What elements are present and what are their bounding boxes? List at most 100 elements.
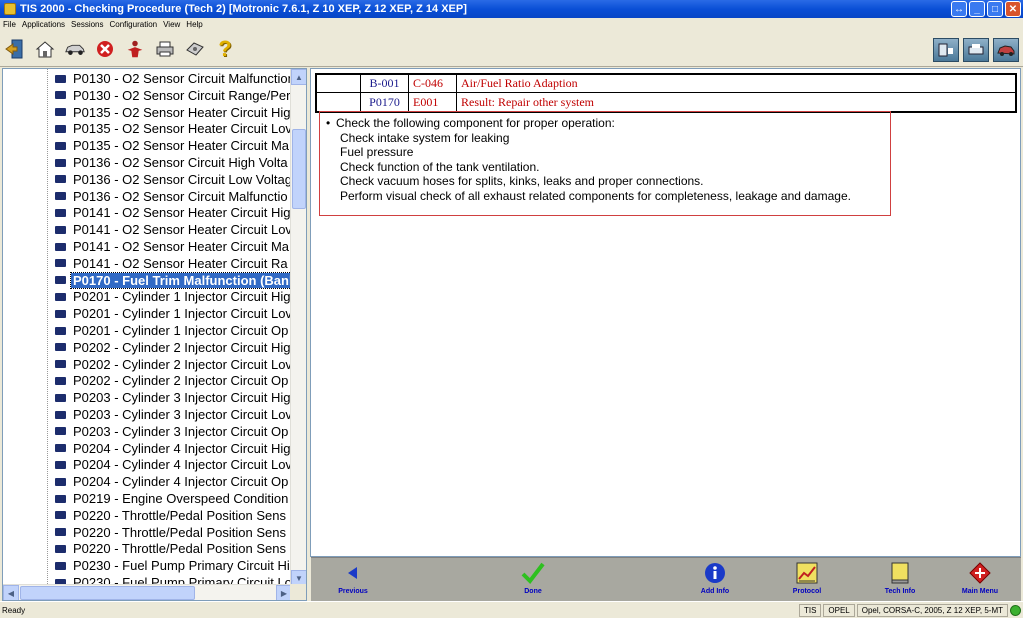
- tree-item[interactable]: P0201 - Cylinder 1 Injector Circuit Op: [55, 322, 290, 339]
- instruction-line: Check intake system for leaking: [340, 130, 510, 145]
- tree-item-label: P0141 - O2 Sensor Heater Circuit Ra: [73, 255, 288, 271]
- exit-icon[interactable]: [4, 38, 26, 60]
- protocol-button[interactable]: Protocol: [762, 558, 852, 602]
- vehicle-icon[interactable]: [64, 38, 86, 60]
- protocol-label: Protocol: [792, 588, 822, 595]
- info-icon: [703, 558, 727, 588]
- tree-item[interactable]: P0204 - Cylinder 4 Injector Circuit Lov: [55, 456, 292, 473]
- tree-item[interactable]: P0136 - O2 Sensor Circuit Low Voltag: [55, 171, 292, 188]
- folder-icon: [55, 292, 66, 301]
- tree-item[interactable]: P0141 - O2 Sensor Heater Circuit Ra: [55, 255, 290, 272]
- stop-icon[interactable]: [94, 38, 116, 60]
- print-preview-icon[interactable]: [963, 38, 989, 62]
- tech-info-label: Tech Info: [884, 588, 916, 595]
- tree-item[interactable]: P0204 - Cylinder 4 Injector Circuit Op: [55, 473, 290, 490]
- tree-item[interactable]: P0203 - Cylinder 3 Injector Circuit Hig: [55, 389, 292, 406]
- tree-item[interactable]: P0141 - O2 Sensor Heater Circuit Lov: [55, 221, 292, 238]
- tree-item[interactable]: P0135 - O2 Sensor Heater Circuit Ma: [55, 137, 291, 154]
- protocol-graph-icon: [795, 558, 819, 588]
- tree-item[interactable]: P0202 - Cylinder 2 Injector Circuit Hig: [55, 339, 292, 356]
- status-brand: OPEL: [823, 604, 855, 617]
- folder-icon: [55, 141, 66, 150]
- hscroll-thumb[interactable]: [20, 586, 195, 600]
- close-button[interactable]: ✕: [1005, 1, 1021, 17]
- tree-item[interactable]: P0230 - Fuel Pump Primary Circuit Hi: [55, 557, 292, 574]
- tree-item[interactable]: P0202 - Cylinder 2 Injector Circuit Lov: [55, 356, 292, 373]
- previous-button[interactable]: Previous: [308, 558, 398, 602]
- tree-item[interactable]: P0220 - Throttle/Pedal Position Sens: [55, 524, 288, 541]
- tree-item-label: P0201 - Cylinder 1 Injector Circuit Hig: [73, 289, 291, 305]
- tree-item-label: P0203 - Cylinder 3 Injector Circuit Op: [73, 423, 289, 439]
- folder-icon: [55, 376, 66, 385]
- tree-vertical-scrollbar[interactable]: ▲ ▼: [290, 69, 306, 586]
- tree-item[interactable]: P0130 - O2 Sensor Circuit Malfunction: [55, 70, 292, 87]
- print-icon[interactable]: [154, 38, 176, 60]
- help-icon[interactable]: ?: [214, 36, 236, 61]
- menu-applications[interactable]: Applications: [22, 20, 65, 29]
- restore-icon[interactable]: ↔: [951, 1, 967, 17]
- home-icon[interactable]: [34, 38, 56, 60]
- maximize-button[interactable]: □: [987, 1, 1003, 17]
- tree-item[interactable]: P0141 - O2 Sensor Heater Circuit Hig: [55, 204, 292, 221]
- folder-icon: [55, 460, 66, 469]
- tree-horizontal-scrollbar[interactable]: ◀ ▶: [3, 584, 292, 600]
- minimize-button[interactable]: _: [969, 1, 985, 17]
- tech2-icon[interactable]: [933, 38, 959, 62]
- tree-item[interactable]: P0201 - Cylinder 1 Injector Circuit Hig: [55, 288, 292, 305]
- tree-item[interactable]: P0136 - O2 Sensor Circuit Malfunctio: [55, 188, 290, 205]
- folder-icon: [55, 544, 66, 553]
- folder-icon: [55, 108, 66, 117]
- tree-item[interactable]: P0220 - Throttle/Pedal Position Sens: [55, 540, 288, 557]
- app-icon: [4, 3, 16, 15]
- tree-item[interactable]: P0203 - Cylinder 3 Injector Circuit Op: [55, 423, 290, 440]
- tree-item[interactable]: P0201 - Cylinder 1 Injector Circuit Lov: [55, 305, 292, 322]
- menu-help[interactable]: Help: [186, 20, 202, 29]
- book-icon: [890, 558, 910, 588]
- main-menu-label: Main Menu: [961, 588, 999, 595]
- scroll-thumb[interactable]: [292, 129, 306, 209]
- tree-item[interactable]: P0135 - O2 Sensor Heater Circuit Hig: [55, 104, 292, 121]
- header-result-text: Result: Repair other system: [461, 94, 594, 109]
- add-info-button[interactable]: Add Info: [670, 558, 760, 602]
- status-app: TIS: [798, 604, 822, 617]
- menu-sessions[interactable]: Sessions: [71, 20, 103, 29]
- tree-item-label: P0204 - Cylinder 4 Injector Circuit Op: [73, 474, 289, 490]
- tree-item[interactable]: P0136 - O2 Sensor Circuit High Volta: [55, 154, 290, 171]
- car-service-icon[interactable]: [993, 38, 1019, 62]
- tree-item[interactable]: P0202 - Cylinder 2 Injector Circuit Op: [55, 372, 290, 389]
- done-button[interactable]: Done: [488, 558, 578, 602]
- tech-info-button[interactable]: Tech Info: [855, 558, 945, 602]
- previous-label: Previous: [338, 588, 368, 595]
- tree-item[interactable]: P0130 - O2 Sensor Circuit Range/Per: [55, 87, 292, 104]
- tree-item[interactable]: P0141 - O2 Sensor Heater Circuit Ma: [55, 238, 291, 255]
- tree-item[interactable]: P0219 - Engine Overspeed Condition: [55, 490, 290, 507]
- instruction-line: Perform visual check of all exhaust rela…: [340, 188, 851, 203]
- folder-icon: [55, 192, 66, 201]
- scroll-up-icon[interactable]: ▲: [291, 69, 306, 85]
- tree-item[interactable]: P0220 - Throttle/Pedal Position Sens: [55, 507, 288, 524]
- title-bar: TIS 2000 - Checking Procedure (Tech 2) […: [0, 0, 1023, 18]
- menu-configuration[interactable]: Configuration: [110, 20, 158, 29]
- instruction-line: Fuel pressure: [340, 145, 414, 160]
- tree-item[interactable]: P0135 - O2 Sensor Heater Circuit Lov: [55, 120, 292, 137]
- add-info-label: Add Info: [700, 588, 730, 595]
- tree-item-label: P0203 - Cylinder 3 Injector Circuit Hig: [73, 390, 291, 406]
- navigation-bar: Previous Done Add Info Protocol Tech Inf…: [311, 557, 1021, 601]
- dtc-tree[interactable]: P0130 - O2 Sensor Circuit Malfunction P01…: [2, 68, 307, 601]
- person-icon[interactable]: [124, 38, 146, 60]
- folder-icon: [55, 158, 66, 167]
- menu-file[interactable]: File: [3, 20, 16, 29]
- folder-icon: [55, 477, 66, 486]
- tree-item[interactable]: P0170 - Fuel Trim Malfunction (Bank 1: [55, 271, 292, 289]
- scroll-left-icon[interactable]: ◀: [3, 585, 19, 600]
- tree-item[interactable]: P0203 - Cylinder 3 Injector Circuit Lov: [55, 406, 292, 423]
- tree-item[interactable]: P0204 - Cylinder 4 Injector Circuit Hig: [55, 440, 292, 457]
- menu-view[interactable]: View: [163, 20, 180, 29]
- tree-item-label: P0220 - Throttle/Pedal Position Sens: [73, 541, 286, 557]
- window-controls: ↔ _ □ ✕: [951, 1, 1021, 17]
- tree-item-label: P0219 - Engine Overspeed Condition: [73, 491, 289, 506]
- settings-icon[interactable]: [184, 38, 206, 60]
- main-menu-button[interactable]: Main Menu: [935, 558, 1023, 602]
- window-title: TIS 2000 - Checking Procedure (Tech 2) […: [20, 3, 467, 15]
- tree-item-label: P0141 - O2 Sensor Heater Circuit Lov: [73, 222, 292, 238]
